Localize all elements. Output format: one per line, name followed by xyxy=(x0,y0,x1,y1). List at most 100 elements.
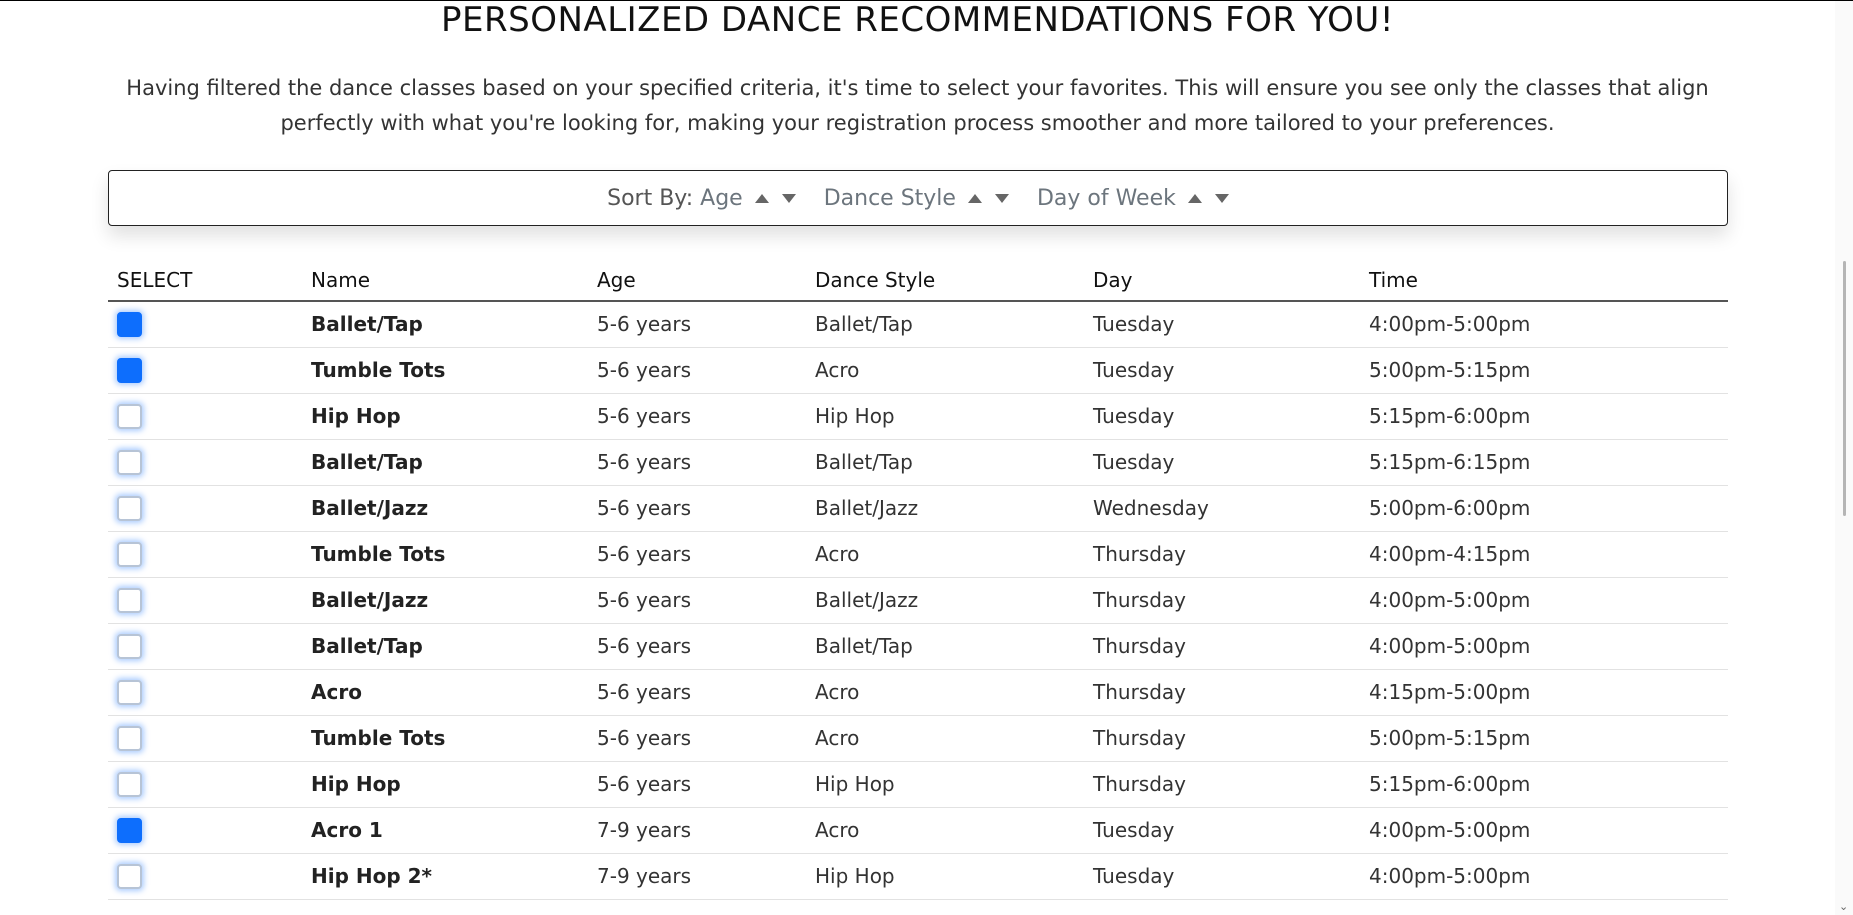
dance-style-cell: Ballet/Tap xyxy=(806,301,1084,348)
dance-style-cell: Acro xyxy=(806,347,1084,394)
time-cell: 5:15pm-6:00pm xyxy=(1360,393,1728,440)
sort-age-asc-icon[interactable] xyxy=(754,193,769,203)
name-cell: Acro 1 xyxy=(302,807,588,854)
age-cell: 5-6 years xyxy=(588,761,806,808)
select-checkbox[interactable] xyxy=(117,725,142,751)
dance-style-cell: Hip Hop xyxy=(806,393,1084,440)
select-checkbox[interactable] xyxy=(117,311,142,337)
select-cell xyxy=(108,347,302,394)
day-cell: Tuesday xyxy=(1084,301,1360,348)
name-cell: Acro xyxy=(302,669,588,716)
select-checkbox[interactable] xyxy=(117,449,142,475)
day-cell: Thursday xyxy=(1084,623,1360,670)
day-cell: Wednesday xyxy=(1084,485,1360,532)
age-cell: 5-6 years xyxy=(588,301,806,348)
sort-dance-style-asc-icon[interactable] xyxy=(967,193,982,203)
select-checkbox[interactable] xyxy=(117,403,142,429)
age-cell: 5-6 years xyxy=(588,623,806,670)
dance-style-cell: Hip Hop xyxy=(806,853,1084,900)
select-checkbox[interactable] xyxy=(117,679,142,705)
table-body: Ballet/Tap 5-6 years Ballet/Tap Tuesday 4:00… xyxy=(108,301,1728,900)
select-cell xyxy=(108,807,302,854)
time-cell: 5:15pm-6:15pm xyxy=(1360,439,1728,486)
sort-age-desc-icon[interactable] xyxy=(781,193,796,203)
sort-by-label: Sort By: xyxy=(607,185,694,211)
name-cell: Ballet/Tap xyxy=(302,439,588,486)
time-cell: 5:00pm-5:15pm xyxy=(1360,715,1728,762)
day-cell: Thursday xyxy=(1084,669,1360,716)
day-cell: Thursday xyxy=(1084,715,1360,762)
select-checkbox[interactable] xyxy=(117,587,142,613)
header-select: SELECT xyxy=(108,260,302,302)
time-cell: 4:15pm-5:00pm xyxy=(1360,669,1728,716)
select-cell xyxy=(108,577,302,624)
header-dance-style: Dance Style xyxy=(806,260,1084,302)
age-cell: 5-6 years xyxy=(588,715,806,762)
age-cell: 5-6 years xyxy=(588,669,806,716)
dance-style-cell: Acro xyxy=(806,669,1084,716)
table-row: Acro 1 7-9 years Acro Tuesday 4:00pm-5:00pm xyxy=(108,807,1728,854)
sort-bar: Sort By: Age Dance Style Day of Week xyxy=(108,170,1728,226)
age-cell: 5-6 years xyxy=(588,439,806,486)
name-cell: Ballet/Jazz xyxy=(302,485,588,532)
page: PERSONALIZED DANCE RECOMMENDATIONS FOR Y… xyxy=(0,0,1853,915)
sort-group-age: Age xyxy=(700,186,796,211)
day-cell: Thursday xyxy=(1084,531,1360,578)
dance-style-cell: Acro xyxy=(806,531,1084,578)
age-cell: 5-6 years xyxy=(588,531,806,578)
select-cell xyxy=(108,623,302,670)
table-row: Ballet/Tap 5-6 years Ballet/Tap Tuesday 4:00… xyxy=(108,301,1728,348)
select-checkbox[interactable] xyxy=(117,863,142,889)
select-checkbox[interactable] xyxy=(117,771,142,797)
age-cell: 7-9 years xyxy=(588,807,806,854)
select-cell xyxy=(108,485,302,532)
select-cell xyxy=(108,393,302,440)
sort-option-dance-style: Dance Style xyxy=(823,185,956,211)
sort-day-desc-icon[interactable] xyxy=(1214,193,1229,203)
scroll-down-arrow-icon[interactable]: ⌄ xyxy=(1839,901,1848,912)
day-cell: Tuesday xyxy=(1084,393,1360,440)
time-cell: 4:00pm-5:00pm xyxy=(1360,853,1728,900)
table-row: Tumble Tots 5-6 years Acro Thursday 5:00pm-5… xyxy=(108,715,1728,762)
age-cell: 5-6 years xyxy=(588,347,806,394)
select-checkbox[interactable] xyxy=(117,817,142,843)
dance-style-cell: Acro xyxy=(806,715,1084,762)
dance-style-cell: Ballet/Tap xyxy=(806,623,1084,670)
table-row: Tumble Tots 5-6 years Acro Tuesday 5:00pm-5:… xyxy=(108,347,1728,394)
select-checkbox[interactable] xyxy=(117,495,142,521)
name-cell: Tumble Tots xyxy=(302,531,588,578)
sort-dance-style-desc-icon[interactable] xyxy=(994,193,1009,203)
table-row: Hip Hop 5-6 years Hip Hop Thursday 5:15pm-6:… xyxy=(108,761,1728,808)
name-cell: Hip Hop xyxy=(302,761,588,808)
time-cell: 5:00pm-6:00pm xyxy=(1360,485,1728,532)
select-checkbox[interactable] xyxy=(117,357,142,383)
age-cell: 7-9 years xyxy=(588,853,806,900)
header-age: Age xyxy=(588,260,806,302)
time-cell: 4:00pm-5:00pm xyxy=(1360,577,1728,624)
table-header-row: SELECT Name Age Dance Style Day Time xyxy=(108,260,1728,302)
content-area: PERSONALIZED DANCE RECOMMENDATIONS FOR Y… xyxy=(0,1,1835,915)
name-cell: Ballet/Tap xyxy=(302,301,588,348)
select-checkbox[interactable] xyxy=(117,633,142,659)
classes-table: SELECT Name Age Dance Style Day Time Bal… xyxy=(108,260,1728,900)
day-cell: Tuesday xyxy=(1084,807,1360,854)
dance-style-cell: Ballet/Jazz xyxy=(806,485,1084,532)
name-cell: Hip Hop xyxy=(302,393,588,440)
select-cell xyxy=(108,715,302,762)
sort-arrows-dance-style xyxy=(967,193,1009,203)
header-day: Day xyxy=(1084,260,1360,302)
day-cell: Thursday xyxy=(1084,761,1360,808)
vertical-scrollbar[interactable]: ⌄ xyxy=(1835,1,1853,915)
age-cell: 5-6 years xyxy=(588,393,806,440)
table-row: Acro 5-6 years Acro Thursday 4:15pm-5:00pm xyxy=(108,669,1728,716)
scrollbar-thumb[interactable] xyxy=(1843,261,1846,516)
table-row: Hip Hop 2* 7-9 years Hip Hop Tuesday 4:00pm-… xyxy=(108,853,1728,900)
name-cell: Ballet/Jazz xyxy=(302,577,588,624)
table-row: Ballet/Jazz 5-6 years Ballet/Jazz Wednesday… xyxy=(108,485,1728,532)
select-checkbox[interactable] xyxy=(117,541,142,567)
age-cell: 5-6 years xyxy=(588,577,806,624)
table-row: Ballet/Tap 5-6 years Ballet/Tap Thursday 4:0… xyxy=(108,623,1728,670)
name-cell: Tumble Tots xyxy=(302,715,588,762)
sort-day-asc-icon[interactable] xyxy=(1187,193,1202,203)
select-cell xyxy=(108,439,302,486)
